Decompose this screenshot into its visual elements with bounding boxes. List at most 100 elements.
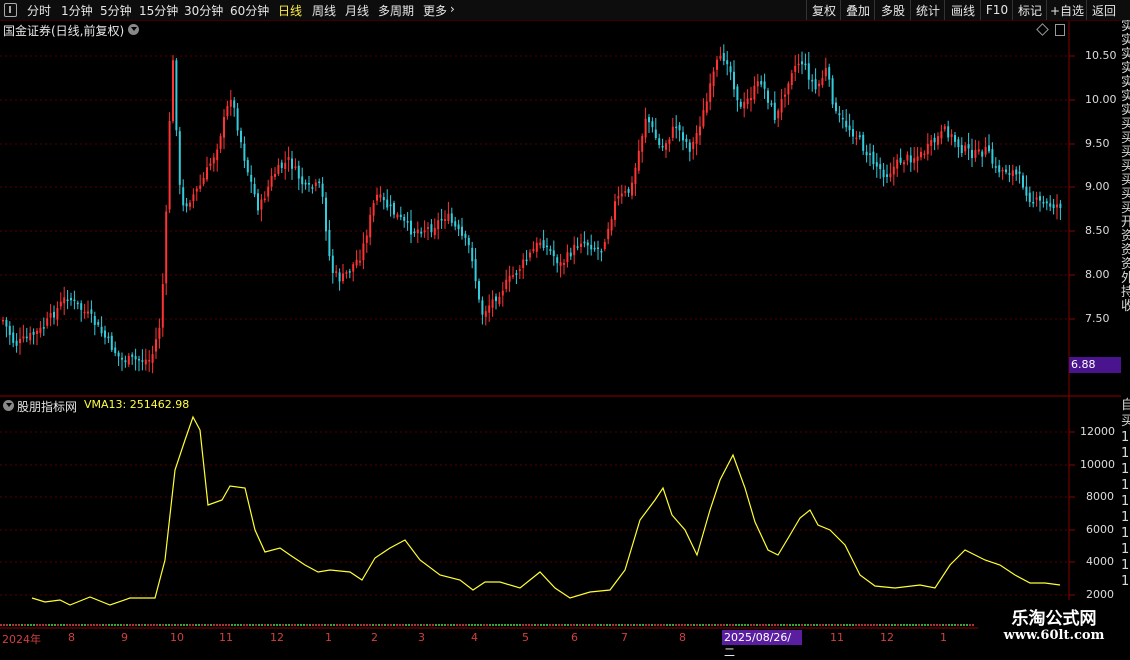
date-strip-mark [588,624,590,626]
side-panel-label: 资 [1121,243,1130,258]
date-strip-mark [651,624,653,626]
date-strip-mark [888,624,890,626]
mark-button[interactable]: 标记 [1012,0,1047,20]
date-strip-mark [912,624,914,626]
date-strip-mark [612,624,614,626]
period-tab-60min[interactable]: 60分钟 [230,2,269,19]
date-strip-mark [945,624,947,626]
period-tab-multi[interactable]: 多周期 [378,2,414,19]
candle-body [658,138,661,145]
volume-tick: 12000 [1080,425,1115,438]
chevron-right-icon[interactable]: › [450,2,455,16]
indicator-dropdown-icon[interactable] [3,400,14,411]
candle-body [991,149,994,164]
window-icon[interactable] [1055,24,1065,36]
date-tick: 2 [371,631,378,644]
candle-body [450,213,453,223]
back-button[interactable]: 返回 [1086,0,1121,20]
period-tab-1min[interactable]: 1分钟 [61,2,93,19]
date-strip-mark [459,624,461,626]
date-strip-mark [423,624,425,626]
period-tab-weekly[interactable]: 周线 [312,2,336,19]
date-strip-mark [504,624,506,626]
candle-body [420,231,423,234]
date-strip-mark [792,624,794,626]
date-strip-mark [228,624,230,626]
menu-icon[interactable] [4,3,17,17]
date-strip-mark [741,624,743,626]
date-strip-mark [93,624,95,626]
date-strip-mark [429,624,431,626]
date-strip-mark [456,624,458,626]
date-strip-mark [117,624,119,626]
date-strip-mark [141,624,143,626]
date-strip-mark [543,624,545,626]
fuquan-button[interactable]: 复权 [806,0,841,20]
period-tab-daily[interactable]: 日线 [278,2,302,19]
period-tab-30min[interactable]: 30分钟 [184,2,223,19]
date-strip-mark [333,624,335,626]
period-tab-15min[interactable]: 15分钟 [139,2,178,19]
chart-canvas[interactable] [0,0,1130,650]
f10-button[interactable]: F10 [980,0,1013,20]
date-strip-mark [438,624,440,626]
date-strip-mark [324,624,326,626]
date-strip-mark [306,624,308,626]
period-tab-monthly[interactable]: 月线 [345,2,369,19]
overlay-button[interactable]: 叠加 [840,0,875,20]
date-strip-mark [69,624,71,626]
candle-body [19,338,21,344]
period-tab-fenshi[interactable]: 分时 [27,2,51,19]
candle-body [855,137,858,140]
candle-body [563,263,565,265]
candle-body [688,142,691,152]
toolbar: 分时 1分钟 5分钟 15分钟 30分钟 60分钟 日线 周线 月线 多周期 更… [0,0,1130,21]
candle-body [1001,169,1004,172]
date-strip-mark [285,624,287,626]
multi-stock-button[interactable]: 多股 [874,0,911,20]
candle-body [971,149,973,159]
date-strip-mark [444,624,446,626]
date-strip-mark [48,624,50,626]
period-tab-more[interactable]: 更多 [423,2,447,19]
dropdown-circle-icon[interactable] [128,24,139,35]
candle-body [263,198,266,201]
candle-body [59,301,62,307]
candle-body [1008,173,1011,175]
candle-body [634,167,637,185]
candle-body [212,157,215,164]
candle-body [899,157,902,163]
date-strip-mark [702,624,704,626]
date-strip-mark [759,624,761,626]
date-strip-mark [309,624,311,626]
volume-tick: 10000 [1080,458,1115,471]
add-watchlist-button[interactable]: +自选 [1046,0,1087,20]
candle-body [53,311,55,318]
date-strip-mark [237,624,239,626]
period-tab-5min[interactable]: 5分钟 [100,2,132,19]
date-strip-mark [468,624,470,626]
draw-line-button[interactable]: 画线 [944,0,981,20]
date-strip-mark [144,624,146,626]
date-strip-mark [744,624,746,626]
candle-body [236,108,239,131]
candle-body [1056,204,1058,208]
date-strip-mark [723,624,725,626]
candle-body [478,281,480,300]
date-tick: 5 [522,631,529,644]
candle-body [906,154,909,161]
statistics-button[interactable]: 统计 [910,0,945,20]
candle-body [787,83,790,95]
candle-body [144,359,147,365]
candle-body [1005,169,1007,173]
side-panel-label: 买 [1121,173,1130,188]
candle-body [66,299,69,302]
date-strip-mark [450,624,452,626]
candle-body [943,126,946,130]
date-strip-mark [90,624,92,626]
date-strip-mark [840,624,842,626]
candle-body [549,249,552,252]
date-strip-mark [699,624,701,626]
date-strip-mark [342,624,344,626]
date-strip-mark [531,624,533,626]
